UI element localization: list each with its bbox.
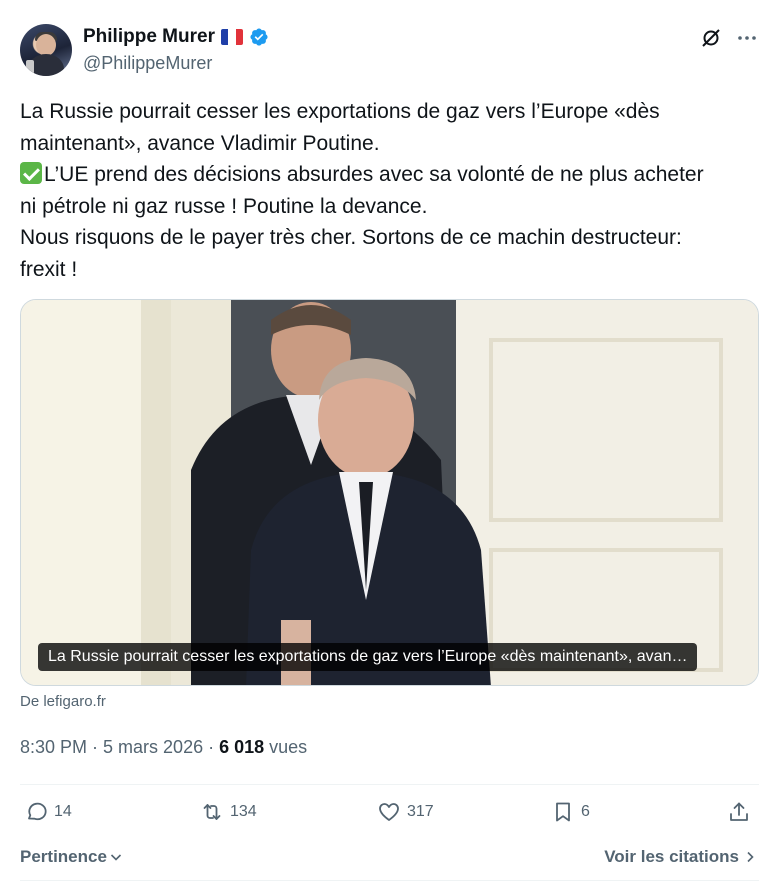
author-name[interactable]: Philippe Murer: [83, 26, 215, 48]
tweet-line-text: L’UE prend des décisions absurdes avec s…: [44, 163, 704, 186]
chevron-down-icon: [110, 854, 122, 861]
check-mark-emoji-icon: [20, 162, 42, 184]
quotes-label: Voir les citations: [604, 847, 739, 866]
sort-label: Pertinence: [20, 847, 107, 866]
bookmark-button[interactable]: 6: [551, 800, 590, 824]
like-count: 317: [407, 803, 434, 820]
french-flag-icon: [220, 29, 243, 45]
repost-icon: [203, 804, 221, 820]
chevron-right-icon: [747, 851, 754, 863]
author-handle[interactable]: @PhilippeMurer: [83, 53, 212, 74]
reply-button[interactable]: 14: [24, 800, 72, 824]
tweet-line: Nous risquons de le payer très cher. Sor…: [20, 226, 682, 249]
share-icon: [730, 802, 748, 821]
author-name-row: Philippe Murer: [83, 26, 269, 48]
repost-count: 134: [230, 803, 257, 820]
heart-icon: [379, 803, 399, 821]
like-button[interactable]: 317: [377, 800, 434, 824]
tweet-line: frexit !: [20, 257, 78, 281]
bookmark-icon: [556, 802, 570, 822]
tweet-header: Philippe Murer @PhilippeMurer: [20, 22, 759, 78]
link-card-image[interactable]: La Russie pourrait cesser les exportatio…: [20, 299, 759, 686]
news-photo: [21, 300, 758, 685]
avatar[interactable]: [20, 24, 72, 76]
card-source[interactable]: De lefigaro.fr: [20, 693, 106, 710]
repost-button[interactable]: 134: [200, 800, 257, 824]
timestamp[interactable]: 8:30 PM · 5 mars 2026 ·: [20, 737, 219, 757]
tweet-line: L’UE prend des décisions absurdes avec s…: [20, 159, 760, 191]
reply-count: 14: [54, 803, 72, 820]
tweet-meta: 8:30 PM · 5 mars 2026 · 6 018 vues: [20, 737, 307, 758]
action-bar: 14 134 317 6: [20, 800, 759, 832]
bookmark-count: 6: [581, 803, 590, 820]
more-options-icon[interactable]: [735, 26, 759, 50]
tweet-line: La Russie pourrait cesser les exportatio…: [20, 100, 660, 123]
grok-icon[interactable]: [699, 26, 723, 50]
reply-icon: [28, 802, 47, 821]
verified-badge-icon: [250, 28, 268, 46]
divider: [20, 784, 759, 785]
views-count: 6 018: [219, 737, 265, 757]
card-caption: La Russie pourrait cesser les exportatio…: [38, 643, 698, 671]
sort-dropdown[interactable]: Pertinence: [20, 847, 123, 867]
views-label: vues: [264, 737, 308, 757]
tweet-text: La Russie pourrait cesser les exportatio…: [20, 96, 760, 285]
tweet-line: ni pétrole ni gaz russe ! Poutine la dev…: [20, 194, 428, 218]
header-actions: [699, 26, 759, 50]
view-quotes-link[interactable]: Voir les citations: [604, 847, 757, 867]
share-button[interactable]: [727, 800, 751, 824]
divider: [20, 880, 759, 881]
tweet-line: maintenant», avance Vladimir Poutine.: [20, 131, 380, 155]
